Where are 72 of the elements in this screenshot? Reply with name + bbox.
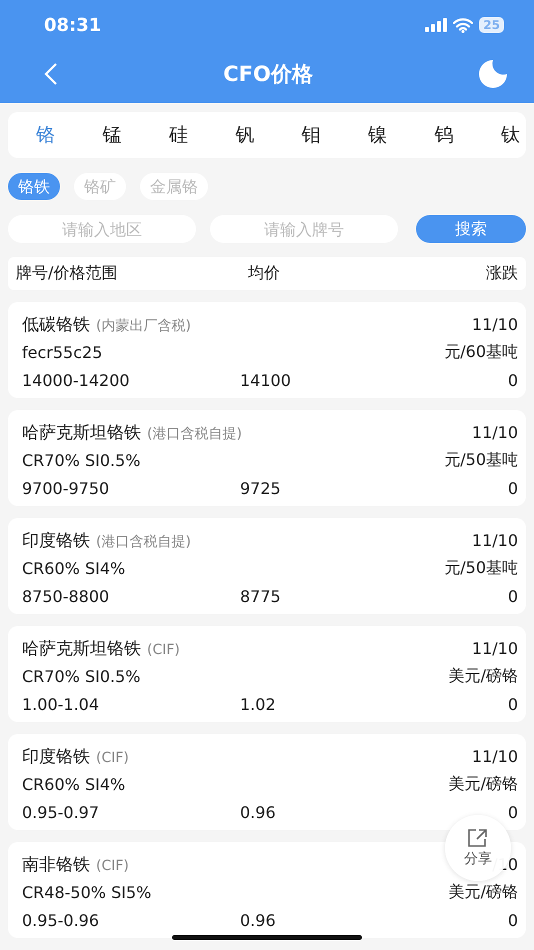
region-field[interactable]: 请输入地区 — [8, 215, 196, 243]
column-header: 涨跌 — [485, 263, 518, 284]
battery-level: 25 — [479, 17, 504, 33]
metal-tab[interactable]: 锰 — [102, 122, 122, 148]
product-spec: CR48-50% SI5% — [22, 882, 152, 902]
metal-tab[interactable]: 铬 — [36, 122, 55, 148]
price-date: 11/10 — [472, 746, 518, 766]
price-change: 0 — [508, 370, 518, 390]
average-price: 1.02 — [240, 694, 277, 714]
product-name: 低碳铬铁 — [22, 314, 90, 336]
price-change: 0 — [508, 694, 518, 714]
product-spec: CR60% SI4% — [22, 558, 126, 578]
price-range: 0.95-0.96 — [22, 910, 100, 930]
price-card[interactable]: 低碳铬铁 (内蒙出厂含税) 11/10 fecr55c25 元/60基吨 14000-14200 14100 0 — [8, 302, 526, 398]
product-name: 印度铬铁 — [22, 746, 90, 768]
price-change: 0 — [508, 910, 518, 930]
metal-tab[interactable]: 钛 — [500, 122, 520, 148]
product-name: 南非铬铁 — [22, 854, 90, 876]
price-date: 11/10 — [472, 530, 518, 550]
column-header: 牌号/价格范围 — [16, 263, 118, 284]
price-card[interactable]: 哈萨克斯坦铬铁 (CIF) 11/10 CR70% SI0.5% 美元/磅铬 1.00-1.04 1.02 0 — [8, 626, 526, 722]
price-range: 9700-9750 — [22, 478, 110, 498]
average-price: 0.96 — [240, 910, 277, 930]
signal-icon — [425, 18, 448, 32]
product-note: (港口含税自提) — [147, 424, 242, 442]
price-unit: 元/50基吨 — [444, 450, 518, 470]
average-price: 9725 — [240, 478, 282, 498]
price-date: 11/10 — [472, 422, 518, 442]
metal-tab[interactable]: 钨 — [434, 122, 454, 148]
price-change: 0 — [508, 586, 518, 606]
price-unit: 美元/磅铬 — [448, 882, 518, 902]
column-header: 均价 — [248, 263, 281, 284]
price-date: 11/10 — [472, 638, 518, 658]
price-range: 0.95-0.97 — [22, 802, 100, 822]
price-card[interactable]: 哈萨克斯坦铬铁 (港口含税自提) 11/10 CR70% SI0.5% 元/50基吨 9700-9750 9725 0 — [8, 410, 526, 506]
product-name: 哈萨克斯坦铬铁 — [22, 638, 141, 660]
product-name: 哈萨克斯坦铬铁 — [22, 422, 141, 444]
price-range: 1.00-1.04 — [22, 694, 100, 714]
moon-icon[interactable] — [478, 58, 508, 88]
price-range: 14000-14200 — [22, 370, 131, 390]
average-price: 14100 — [240, 370, 292, 390]
page-title: CFO价格 — [223, 60, 313, 88]
product-note: (CIF) — [96, 858, 129, 874]
metal-tab[interactable]: 钒 — [235, 122, 254, 148]
product-note: (CIF) — [147, 642, 180, 658]
price-date: 11/10 — [472, 314, 518, 334]
status-time: 08:31 — [44, 14, 102, 36]
price-range: 8750-8800 — [22, 586, 110, 606]
product-spec: CR70% SI0.5% — [22, 666, 142, 686]
wifi-icon — [453, 18, 474, 32]
price-unit: 美元/磅铬 — [448, 666, 518, 686]
average-price: 0.96 — [240, 802, 277, 822]
metal-tab[interactable]: 镍 — [368, 122, 388, 148]
share-icon — [467, 828, 489, 848]
product-note: (CIF) — [96, 750, 129, 766]
average-price: 8775 — [240, 586, 282, 606]
price-unit: 元/60基吨 — [444, 342, 518, 362]
back-icon[interactable] — [44, 62, 58, 86]
product-note: (内蒙出厂含税) — [96, 316, 191, 334]
metal-tab[interactable]: 钼 — [302, 122, 321, 148]
metal-tab[interactable]: 硅 — [168, 122, 188, 148]
price-card[interactable]: 印度铬铁 (港口含税自提) 11/10 CR60% SI4% 元/50基吨 8750-8800 8775 0 — [8, 518, 526, 614]
product-spec: fecr55c25 — [22, 342, 104, 362]
product-spec: CR60% SI4% — [22, 774, 126, 794]
price-unit: 美元/磅铬 — [448, 774, 518, 794]
price-change: 0 — [508, 478, 518, 498]
price-unit: 元/50基吨 — [444, 558, 518, 578]
grade-field[interactable]: 请输入牌号 — [210, 215, 398, 243]
price-card[interactable]: 印度铬铁 (CIF) 11/10 CR60% SI4% 美元/磅铬 0.95-0.97 0.96 0 — [8, 734, 526, 830]
product-spec: CR70% SI0.5% — [22, 450, 142, 470]
product-name: 印度铬铁 — [22, 530, 90, 552]
product-note: (港口含税自提) — [96, 532, 191, 550]
